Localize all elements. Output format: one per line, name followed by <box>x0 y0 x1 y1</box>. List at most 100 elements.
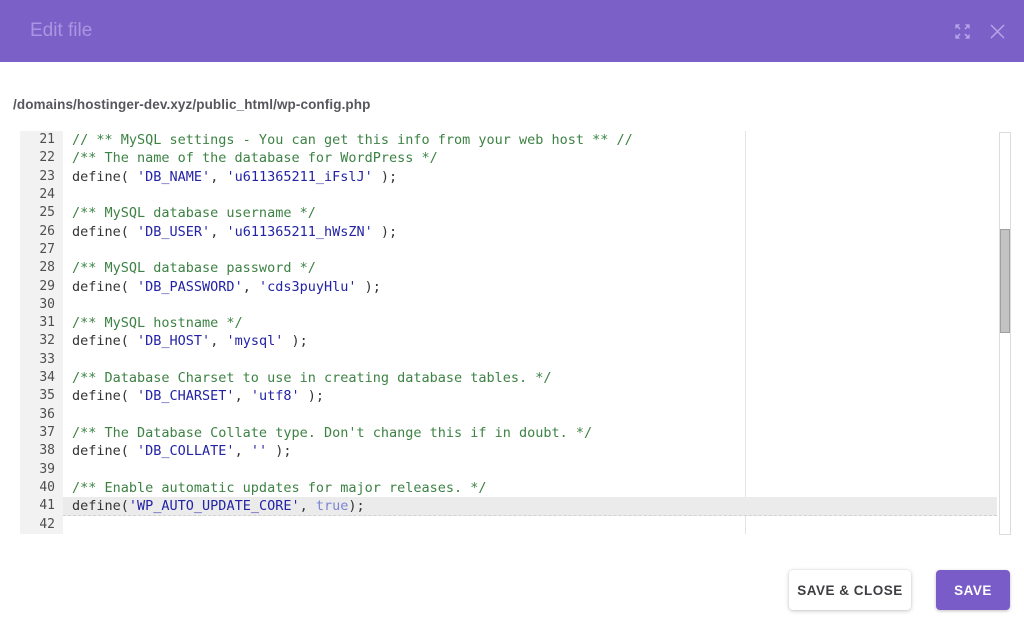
line-number: 31 <box>39 315 55 331</box>
scrollbar-thumb[interactable] <box>1000 229 1010 333</box>
line-number: 35 <box>39 388 55 404</box>
code-token-plain: , <box>234 443 251 460</box>
code-token-comment: /** Database Charset to use in creating … <box>72 370 552 387</box>
line-number: 21 <box>39 132 55 147</box>
code-line[interactable]: /** MySQL database username */ <box>63 204 997 222</box>
line-number: 30 <box>39 296 55 312</box>
code-token-atom: true <box>315 498 349 515</box>
modal-title: Edit file <box>30 20 93 41</box>
line-number: 25 <box>39 205 55 221</box>
code-token-comment: /** The name of the database for WordPre… <box>72 150 438 167</box>
code-token-comment: // ** MySQL settings - You can get this … <box>72 132 633 148</box>
file-path: /domains/hostinger-dev.xyz/public_html/w… <box>13 97 371 112</box>
line-number: 27 <box>39 241 55 257</box>
header-icons <box>951 0 1008 62</box>
editor-scrollbar[interactable] <box>999 132 1011 535</box>
code-token-string: 'DB_NAME' <box>137 168 211 185</box>
code-editor[interactable]: 21 22 23 24 25 26 27 28 29 30 31 32 33 34 35 36 37 38 39 40… <box>0 131 1024 535</box>
code-token-string: 'DB_PASSWORD' <box>137 278 243 295</box>
code-token-comment: /** Enable automatic updates for major r… <box>72 479 487 496</box>
line-number: 36 <box>39 406 55 422</box>
code-token-plain: ); <box>283 333 308 350</box>
code-token-string: 'u611365211_iFslJ' <box>226 168 373 185</box>
save-button[interactable]: SAVE <box>936 570 1010 610</box>
code-token-string: 'DB_CHARSET' <box>137 388 235 405</box>
code-token-plain: ); <box>267 443 292 460</box>
code-token-plain: , <box>210 333 227 350</box>
code-line[interactable]: /** Database Charset to use in creating … <box>63 369 997 387</box>
code-line[interactable]: define( 'DB_COLLATE', '' ); <box>63 442 997 460</box>
line-number: 32 <box>39 333 55 349</box>
line-number: 24 <box>39 186 55 202</box>
code-line[interactable]: // ** MySQL settings - You can get this … <box>63 131 997 149</box>
fullscreen-icon[interactable] <box>951 20 973 42</box>
line-number: 37 <box>39 425 55 440</box>
code-token-plain: define( <box>72 388 138 405</box>
line-number: 39 <box>39 461 55 477</box>
code-line[interactable] <box>63 186 997 204</box>
code-token-plain: ); <box>356 278 381 295</box>
code-token-string: 'utf8' <box>250 388 300 405</box>
code-token-plain: define( <box>72 278 138 295</box>
gutter: 21 22 23 24 25 26 27 28 29 30 31 32 33 34 35 36 37 38 39 40… <box>20 131 63 534</box>
line-number: 42 <box>39 516 55 532</box>
code-token-plain: define( <box>72 168 138 185</box>
code-line[interactable]: /** The name of the database for WordPre… <box>63 149 997 167</box>
code-token-comment: /** MySQL hostname */ <box>72 315 243 332</box>
code-token-plain: define( <box>72 223 138 240</box>
code-line[interactable] <box>63 241 997 259</box>
code-token-string: 'u611365211_hWsZN' <box>226 223 373 240</box>
code-line[interactable]: define( 'DB_NAME', 'u611365211_iFslJ' ); <box>63 168 997 186</box>
code-token-plain: , <box>234 388 251 405</box>
code-line[interactable]: define( 'DB_HOST', 'mysql' ); <box>63 332 997 350</box>
modal-header: Edit file <box>0 0 1024 62</box>
code-line[interactable]: define( 'DB_PASSWORD', 'cds3puyHlu' ); <box>63 278 997 296</box>
code-token-plain: , <box>210 223 227 240</box>
code-line[interactable]: /** MySQL hostname */ <box>63 314 997 332</box>
code-line[interactable] <box>63 406 997 424</box>
line-number: 29 <box>39 278 55 294</box>
line-number: 23 <box>39 168 55 184</box>
code-line[interactable] <box>63 461 997 479</box>
code-line[interactable]: /** The Database Collate type. Don't cha… <box>63 424 997 442</box>
code-token-plain: , <box>210 168 227 185</box>
code-token-string: 'DB_HOST' <box>137 333 211 350</box>
code-token-string: 'DB_COLLATE' <box>137 443 235 460</box>
code-token-plain: ); <box>348 498 365 515</box>
line-number: 26 <box>39 223 55 239</box>
save-close-button[interactable]: SAVE & CLOSE <box>789 570 911 610</box>
code-token-comment: /** The Database Collate type. Don't cha… <box>72 425 593 441</box>
code-token-plain: ); <box>372 223 398 240</box>
code-token-string: '' <box>250 443 268 460</box>
code-token-plain: , <box>242 278 259 295</box>
line-number: 33 <box>39 351 55 367</box>
code-token-string: 'cds3puyHlu' <box>258 278 357 295</box>
close-icon[interactable] <box>986 20 1008 42</box>
line-number: 40 <box>39 479 55 495</box>
code-token-plain: ); <box>299 388 325 405</box>
code-line[interactable]: define('WP_AUTO_UPDATE_CORE', true); <box>63 497 997 516</box>
edit-file-modal: Edit file /domains/hostinger-dev.xyz/pub… <box>0 0 1024 623</box>
line-number: 28 <box>39 260 55 276</box>
code-token-string: 'mysql' <box>226 333 284 350</box>
code-token-plain: , <box>299 498 316 515</box>
modal-footer: SAVE & CLOSE SAVE <box>0 570 1024 610</box>
code-token-comment: /** MySQL database password */ <box>72 260 316 277</box>
line-number: 38 <box>39 443 55 459</box>
code-token-plain: define( <box>72 443 138 460</box>
code-lines: // ** MySQL settings - You can get this … <box>63 131 997 534</box>
code-line[interactable] <box>63 351 997 369</box>
code-token-plain: ); <box>372 168 398 185</box>
code-line[interactable]: define( 'DB_USER', 'u611365211_hWsZN' ); <box>63 223 997 241</box>
code-line[interactable] <box>63 516 997 534</box>
code-token-comment: /** MySQL database username */ <box>72 205 316 222</box>
line-number: 22 <box>39 150 55 166</box>
line-number: 34 <box>39 370 55 386</box>
code-token-plain: define( <box>72 498 129 515</box>
code-token-string: 'DB_USER' <box>137 223 211 240</box>
code-line[interactable]: /** MySQL database password */ <box>63 259 997 277</box>
line-number: 41 <box>39 498 55 514</box>
code-line[interactable]: define( 'DB_CHARSET', 'utf8' ); <box>63 387 997 405</box>
code-line[interactable] <box>63 296 997 314</box>
code-line[interactable]: /** Enable automatic updates for major r… <box>63 479 997 497</box>
